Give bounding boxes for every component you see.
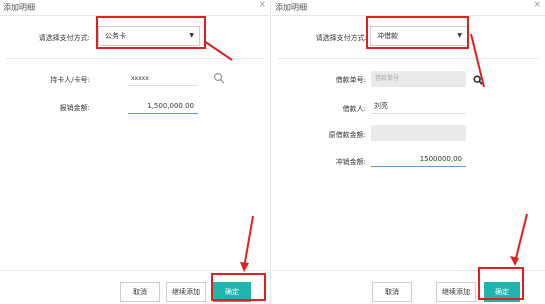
close-icon[interactable]: ×: [533, 0, 541, 10]
card-holder-input[interactable]: xxxxx: [128, 71, 198, 86]
payment-method-label: 请选择支付方式:: [38, 34, 90, 42]
dialog-title: 添加明细: [275, 3, 307, 12]
offset-amount-label: 冲销金额:: [335, 158, 366, 166]
card-holder-label: 持卡人/卡号:: [50, 76, 90, 84]
borrower-label: 借款人:: [342, 105, 366, 113]
original-loan-amount-field: [371, 125, 466, 141]
dialog-add-detail-card: 添加明细 × 请选择支付方式: 公务卡 ▼ 持卡人/卡号: xxxxx 报销金额…: [0, 0, 271, 304]
reimburse-amount-label: 报销金额:: [59, 104, 90, 112]
divider: [6, 58, 264, 59]
payment-method-select[interactable]: 公务卡 ▼: [98, 26, 200, 46]
continue-add-button[interactable]: 继续添加: [166, 282, 206, 302]
payment-method-label: 请选择支付方式:: [315, 34, 367, 42]
loan-number-input[interactable]: 借款单号: [371, 71, 466, 87]
dialog-add-detail-loan: 添加明细 × 请选择支付方式: 冲借款 ▼ 借款单号: 借款单号 借款人: 刘亮…: [272, 0, 545, 304]
confirm-button[interactable]: 确定: [484, 282, 520, 302]
divider: [0, 15, 270, 16]
divider: [272, 15, 545, 16]
continue-add-button[interactable]: 继续添加: [436, 282, 476, 302]
dialog-title: 添加明细: [3, 3, 35, 12]
reimburse-amount-input[interactable]: 1,500,000.00: [128, 99, 198, 114]
offset-amount-input[interactable]: 1500000,00: [371, 152, 466, 167]
search-icon[interactable]: [213, 72, 225, 84]
payment-method-select[interactable]: 冲借款 ▼: [370, 26, 468, 46]
payment-method-value: 公务卡: [105, 32, 126, 40]
divider: [278, 58, 539, 59]
search-icon[interactable]: [473, 75, 483, 85]
chevron-down-icon: ▼: [189, 32, 194, 39]
footer-divider: [0, 270, 270, 271]
original-loan-amount-label: 原借款金额:: [328, 131, 366, 139]
cancel-button[interactable]: 取消: [372, 282, 412, 302]
footer-divider: [272, 270, 545, 271]
confirm-button[interactable]: 确定: [213, 282, 251, 302]
borrower-value: 刘亮: [371, 99, 466, 114]
cancel-button[interactable]: 取消: [120, 282, 160, 302]
loan-number-label: 借款单号:: [335, 76, 366, 84]
chevron-down-icon: ▼: [457, 32, 462, 39]
payment-method-value: 冲借款: [377, 32, 398, 40]
close-icon[interactable]: ×: [258, 0, 266, 10]
